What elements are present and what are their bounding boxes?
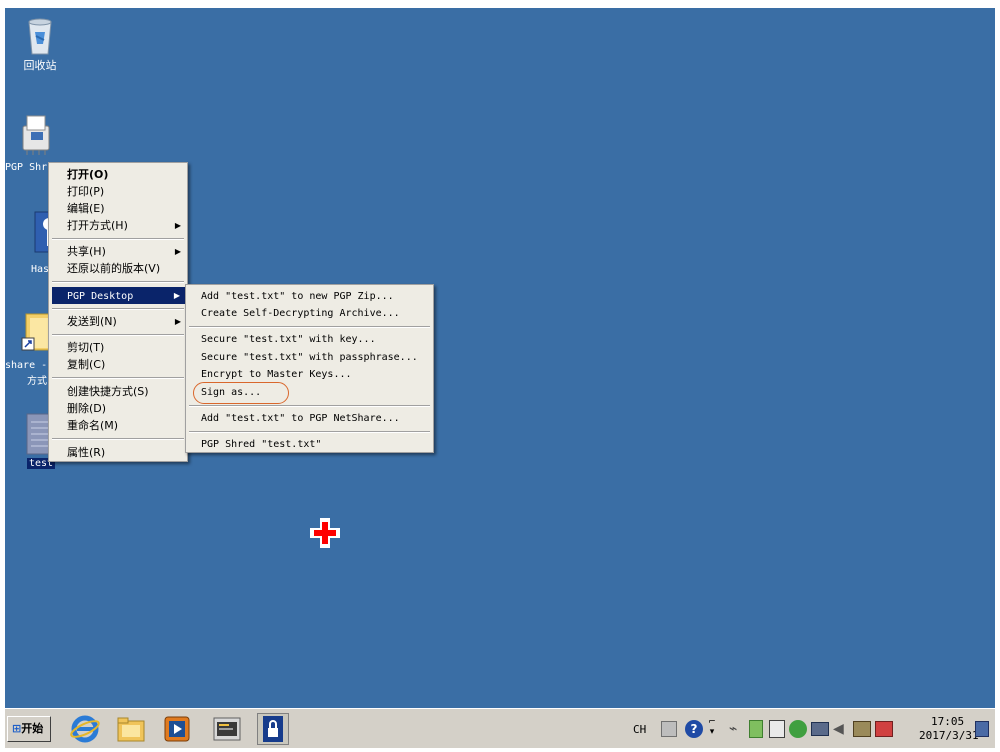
submenu-item-encrypt-master-keys[interactable]: Encrypt to Master Keys... [186, 366, 433, 383]
menu-separator [52, 438, 184, 440]
server-manager-icon[interactable] [211, 713, 243, 745]
menu-separator [52, 377, 184, 379]
menu-item-properties[interactable]: 属性(R) [49, 444, 187, 461]
menu-item-copy[interactable]: 复制(C) [49, 356, 187, 373]
desktop-icon-recycle-bin[interactable]: 回收站 [5, 12, 75, 72]
submenu-arrow-icon: ▶ [173, 291, 180, 300]
menu-item-pgp-desktop[interactable]: PGP Desktop ▶ [52, 287, 186, 304]
menu-item-delete[interactable]: 删除(D) [49, 400, 187, 417]
menu-item-open[interactable]: 打开(O) [49, 166, 187, 183]
screen-frame: 回收站 PGP Shr Has share - 方式 test 打开(O) 打印… [0, 0, 1000, 752]
menu-item-share[interactable]: 共享(H) ▶ [49, 243, 187, 260]
taskbar: ⊞开始 CH ? ⌐ ▾ ⌁ ◀ 17:05 2017/3/31 [5, 708, 995, 748]
start-button[interactable]: ⊞开始 [7, 716, 51, 742]
submenu-item-add-to-pgp-zip[interactable]: Add "test.txt" to new PGP Zip... [186, 288, 433, 305]
menu-separator [52, 238, 184, 240]
menu-separator [189, 431, 430, 433]
recycle-bin-icon [23, 12, 57, 56]
menu-separator [189, 405, 430, 407]
show-desktop-icon[interactable] [975, 721, 989, 737]
desktop[interactable]: 回收站 PGP Shr Has share - 方式 test 打开(O) 打印… [5, 8, 995, 708]
network-icon[interactable]: ⌁ [729, 721, 745, 737]
internet-explorer-icon[interactable] [69, 713, 101, 745]
menu-item-cut[interactable]: 剪切(T) [49, 339, 187, 356]
menu-separator [52, 281, 184, 283]
vm-tools-icon[interactable] [811, 722, 829, 736]
submenu-arrow-icon: ▶ [174, 247, 181, 256]
submenu-item-add-to-netshare[interactable]: Add "test.txt" to PGP NetShare... [186, 410, 433, 427]
pgp-desktop-submenu: Add "test.txt" to new PGP Zip... Create … [185, 284, 434, 453]
drive-icon[interactable] [853, 721, 871, 737]
menu-item-send-to[interactable]: 发送到(N) ▶ [49, 313, 187, 330]
pgp-lock-icon[interactable] [257, 713, 289, 745]
clock-date[interactable]: 2017/3/31 [919, 729, 979, 742]
submenu-item-self-decrypting-archive[interactable]: Create Self-Decrypting Archive... [186, 305, 433, 322]
printer-icon[interactable] [769, 720, 785, 738]
keyboard-icon[interactable] [661, 721, 677, 737]
explorer-folder-icon[interactable] [115, 713, 147, 745]
submenu-arrow-icon: ▶ [174, 221, 181, 230]
menu-item-print[interactable]: 打印(P) [49, 183, 187, 200]
update-icon[interactable] [789, 720, 807, 738]
menu-separator [52, 308, 184, 310]
recycle-bin-label: 回收站 [23, 59, 57, 72]
menu-separator [189, 326, 430, 328]
shredder-icon [17, 112, 55, 156]
menu-item-restore-previous[interactable]: 还原以前的版本(V) [49, 260, 187, 277]
volume-icon[interactable]: ◀ [833, 721, 849, 737]
language-indicator[interactable]: CH [633, 723, 646, 736]
submenu-item-secure-with-passphrase[interactable]: Secure "test.txt" with passphrase... [186, 349, 433, 366]
windows-flag-icon: ⊞ [12, 722, 22, 735]
submenu-item-secure-with-key[interactable]: Secure "test.txt" with key... [186, 331, 433, 348]
menu-item-rename[interactable]: 重命名(M) [49, 417, 187, 434]
menu-item-edit[interactable]: 编辑(E) [49, 200, 187, 217]
alert-icon[interactable] [875, 721, 893, 737]
context-menu: 打开(O) 打印(P) 编辑(E) 打开方式(H) ▶ 共享(H) ▶ 还原以前的版… [48, 162, 188, 462]
submenu-arrow-icon: ▶ [174, 317, 181, 326]
media-player-icon[interactable] [161, 713, 193, 745]
click-marker-icon [308, 516, 342, 550]
submenu-item-pgp-shred[interactable]: PGP Shred "test.txt" [186, 436, 433, 453]
tray-options-icon[interactable]: ⌐ ▾ [707, 717, 717, 741]
annotation-highlight-circle [193, 382, 289, 404]
system-tray: CH ? ⌐ ▾ ⌁ ◀ 17:05 2017/3/31 [623, 713, 991, 745]
menu-item-open-with[interactable]: 打开方式(H) ▶ [49, 217, 187, 234]
menu-item-create-shortcut[interactable]: 创建快捷方式(S) [49, 383, 187, 400]
help-icon[interactable]: ? [685, 720, 703, 738]
security-icon[interactable] [749, 720, 763, 738]
menu-separator [52, 334, 184, 336]
clock-time[interactable]: 17:05 [931, 715, 964, 728]
